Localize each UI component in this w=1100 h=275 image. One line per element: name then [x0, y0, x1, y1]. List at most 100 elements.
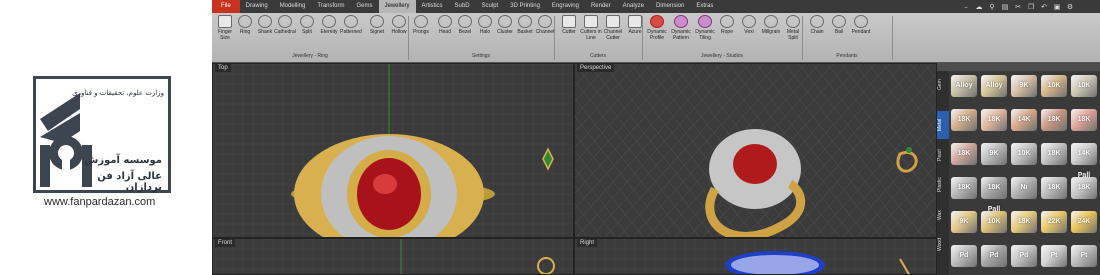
save-icon[interactable]: ▣	[1053, 3, 1061, 11]
metal-swatch[interactable]: 18K	[1011, 211, 1037, 233]
settings-icon[interactable]: ⚙	[1066, 3, 1074, 11]
metal-swatch[interactable]: 14K Pall	[1071, 143, 1097, 179]
metal-swatch[interactable]: Alloy	[981, 75, 1007, 97]
ribbon-button-label: Metal Split	[786, 29, 800, 41]
viewport-front[interactable]: Front	[212, 238, 574, 275]
ribbon-button-ring[interactable]: Ring	[234, 15, 256, 35]
metal-swatch[interactable]: Alloy	[951, 75, 977, 97]
ribbon-button-channel-cutter[interactable]: Channel Cutter	[602, 15, 624, 41]
metal-swatch[interactable]: Pd	[951, 245, 977, 267]
material-tab-gem[interactable]: Gem	[937, 71, 949, 99]
ribbon-button-metal-split[interactable]: Metal Split	[782, 15, 804, 41]
viewport-perspective[interactable]: Perspective	[574, 63, 937, 238]
tab-file[interactable]: File	[212, 0, 240, 13]
metal-swatch[interactable]: 18K Pall	[981, 177, 1007, 213]
ribbon-button-hollow[interactable]: Hollow	[388, 15, 410, 35]
tab-dimension[interactable]: Dimension	[650, 0, 690, 13]
cloud-icon[interactable]: ☁	[975, 3, 983, 11]
ribbon-button-split[interactable]: Split	[296, 15, 318, 35]
metal-swatch[interactable]: 18K	[1071, 177, 1097, 199]
tab-artistics[interactable]: Artistics	[416, 0, 449, 13]
tab-extras[interactable]: Extras	[690, 0, 719, 13]
material-tab-metal[interactable]: Metal	[937, 111, 949, 139]
ribbon-button-cutter[interactable]: Cutter	[558, 15, 580, 35]
ribbon-button-rope[interactable]: Rope	[716, 15, 738, 35]
metal-swatch[interactable]: 10K	[1071, 75, 1097, 97]
undo-icon[interactable]: ↶	[1040, 3, 1048, 11]
viewport-right[interactable]: Right	[574, 238, 937, 275]
metal-swatch[interactable]: 18K	[951, 177, 977, 199]
metal-swatch[interactable]: 18K	[1041, 143, 1067, 165]
metal-swatch[interactable]: 18K	[951, 143, 977, 165]
metal-swatch[interactable]: 10K	[1011, 143, 1037, 165]
tab-engraving[interactable]: Engraving	[546, 0, 585, 13]
ribbon-button-patterned[interactable]: Patterned	[340, 15, 362, 35]
material-tab-wood[interactable]: Wood	[937, 231, 949, 259]
ribbon-button-basket[interactable]: Basket	[514, 15, 536, 35]
minimize-icon[interactable]: –	[962, 3, 970, 11]
material-tab-pearl[interactable]: Pearl	[937, 141, 949, 169]
material-tab-plastic[interactable]: Plastic	[937, 171, 949, 199]
ribbon-button-dynamic-pattern[interactable]: Dynamic Pattern	[670, 15, 692, 41]
metal-swatch[interactable]: 14K	[1011, 109, 1037, 131]
ribbon-button-shank[interactable]: Shank	[254, 15, 276, 35]
metal-swatch[interactable]: 18K	[981, 109, 1007, 131]
ribbon-button-finger-size[interactable]: Finger Size	[214, 15, 236, 41]
ribbon-button-pendant[interactable]: Pendant	[850, 15, 872, 35]
tab-render[interactable]: Render	[585, 0, 617, 13]
material-tab-wax[interactable]: Wax	[937, 201, 949, 229]
tab-analyze[interactable]: Analyze	[617, 0, 650, 13]
metal-swatch[interactable]: 10K	[1041, 75, 1067, 97]
pin-icon[interactable]: ⚲	[988, 3, 996, 11]
metal-swatch[interactable]: Pd	[981, 245, 1007, 267]
viewport-label-front[interactable]: Front	[215, 239, 236, 247]
ribbon-button-millgrain[interactable]: Millgrain	[760, 15, 782, 35]
ribbon-button-bail[interactable]: Bail	[828, 15, 850, 35]
tab-drawing[interactable]: Drawing	[240, 0, 274, 13]
ribbon-button-vexi[interactable]: Vexi	[738, 15, 760, 35]
ribbon-button-bezel[interactable]: Bezel	[454, 15, 476, 35]
viewport-label-perspective[interactable]: Perspective	[577, 64, 615, 72]
ribbon-button-cathedral[interactable]: Cathedral	[274, 15, 296, 35]
metal-swatch[interactable]: 9K	[981, 143, 1007, 165]
metal-swatch[interactable]: 9K	[951, 211, 977, 233]
ribbon-button-chain[interactable]: Chain	[806, 15, 828, 35]
metal-swatch[interactable]: 24K	[1071, 211, 1097, 233]
ribbon-button-cluster[interactable]: Cluster	[494, 15, 516, 35]
metal-swatch[interactable]: Ni	[1011, 177, 1037, 199]
metal-swatch[interactable]: Pd	[1011, 245, 1037, 267]
ribbon-button-label: Eternity	[320, 29, 338, 35]
metal-swatch[interactable]: 18K	[1071, 109, 1097, 131]
tab-transform[interactable]: Transform	[311, 0, 350, 13]
copy-icon[interactable]: ❐	[1027, 3, 1035, 11]
metal-swatch[interactable]: Pt	[1041, 245, 1067, 267]
viewport-label-right[interactable]: Right	[577, 239, 598, 247]
ribbon-button-dynamic-tiling[interactable]: Dynamic Tiling	[694, 15, 716, 41]
tab-jewellery[interactable]: Jewellery	[378, 0, 416, 13]
metal-swatch[interactable]: 18K	[951, 109, 977, 131]
chart-icon[interactable]: ▤	[1001, 3, 1009, 11]
metal-swatch[interactable]: 18K	[1041, 109, 1067, 131]
viewport-label-top[interactable]: Top	[215, 64, 231, 72]
hollow-icon	[392, 15, 406, 28]
ribbon-button-eternity[interactable]: Eternity	[318, 15, 340, 35]
tab-3d-printing[interactable]: 3D Printing	[504, 0, 546, 13]
tab-modelling[interactable]: Modelling	[274, 0, 312, 13]
ribbon-button-cutters-in-line[interactable]: Cutters in Line	[580, 15, 602, 41]
ribbon-button-head[interactable]: Head	[434, 15, 456, 35]
ribbon-button-halo[interactable]: Halo	[474, 15, 496, 35]
ribbon-button-signet[interactable]: Signet	[366, 15, 388, 35]
metal-swatch[interactable]: 18K	[1041, 177, 1067, 199]
metal-swatch[interactable]: 22K	[1041, 211, 1067, 233]
tab-subd[interactable]: SubD	[449, 0, 476, 13]
tab-sculpt[interactable]: Sculpt	[476, 0, 505, 13]
ribbon-button-channel[interactable]: Channel	[534, 15, 556, 35]
metal-swatch[interactable]: 9K	[1011, 75, 1037, 97]
metal-swatch[interactable]: 10K	[981, 211, 1007, 233]
tab-gems[interactable]: Gems	[351, 0, 379, 13]
viewport-top[interactable]: Top	[212, 63, 574, 238]
metal-swatch[interactable]: Pt	[1071, 245, 1097, 267]
ribbon-button-prongs[interactable]: Prongs	[410, 15, 432, 35]
scissors-icon[interactable]: ✂	[1014, 3, 1022, 11]
ribbon-button-dynamic-profile[interactable]: Dynamic Profile	[646, 15, 668, 41]
